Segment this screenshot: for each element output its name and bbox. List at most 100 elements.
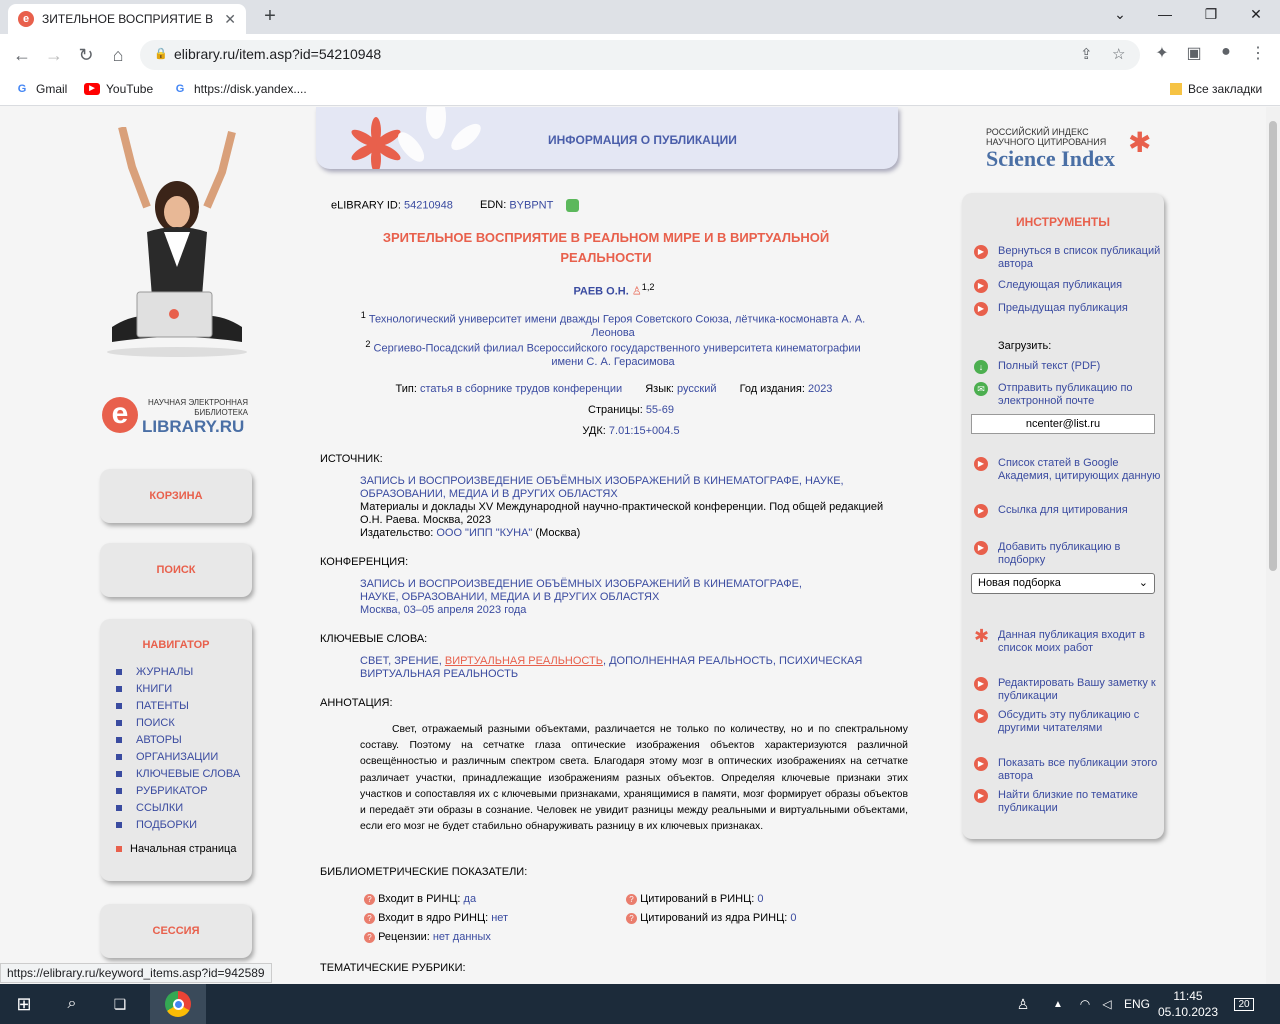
show-author-publications[interactable]: ▶ Показать все публикации этого автора	[974, 757, 1164, 783]
send-by-email[interactable]: ✉ Отправить публикацию по электронной поч…	[974, 382, 1164, 408]
close-tab-icon[interactable]: ✕	[224, 11, 236, 28]
search-icon[interactable]: ⌕	[48, 984, 96, 1024]
metric-value: нет	[491, 912, 509, 924]
profile-avatar-icon[interactable]: ●	[1214, 43, 1238, 61]
new-tab-icon[interactable]: +	[258, 4, 282, 28]
url-text: elibrary.ru/item.asp?id=54210948	[174, 46, 382, 62]
select-value: Новая подборка	[978, 577, 1061, 589]
find-similar[interactable]: ▶ Найти близкие по тематике публикации	[974, 789, 1164, 815]
windows-start-icon[interactable]: ⊞	[0, 984, 48, 1024]
help-icon[interactable]: ?	[364, 932, 375, 943]
reload-icon[interactable]: ↻	[74, 43, 98, 67]
people-icon[interactable]: ♙	[1010, 984, 1036, 1024]
search-button[interactable]: ПОИСК	[100, 543, 252, 597]
bookmark-gmail[interactable]: G Gmail	[14, 82, 68, 96]
arrow-icon: ▶	[974, 245, 988, 259]
network-icon[interactable]: ◠	[1074, 984, 1096, 1024]
forward-icon[interactable]: →	[42, 43, 66, 67]
notifications-icon[interactable]: 20	[1228, 984, 1260, 1024]
google-scholar-citing[interactable]: ▶ Список статей в Google Академия, цитиру…	[974, 457, 1164, 483]
add-to-collection[interactable]: ▶ Добавить публикацию в подборку	[974, 541, 1164, 567]
citation-link[interactable]: ▶ Ссылка для цитирования	[974, 504, 1128, 518]
scrollbar-thumb[interactable]	[1269, 121, 1277, 571]
navigator-item[interactable]: ПАТЕНТЫ	[116, 697, 240, 714]
all-bookmarks[interactable]: Все закладки	[1170, 82, 1262, 96]
lock-icon[interactable]: 🔒	[154, 47, 168, 61]
asterisk-icon: ✱	[1128, 127, 1152, 158]
help-icon[interactable]: ?	[626, 913, 637, 924]
extensions-icon[interactable]: ✦	[1150, 43, 1174, 63]
tab-search-icon[interactable]: ⌄	[1105, 6, 1135, 23]
keyword-link[interactable]: ЗРЕНИЕ	[394, 655, 439, 667]
publisher-link[interactable]: ООО "ИПП "КУНА"	[436, 527, 532, 539]
back-to-author-list[interactable]: ▶ Вернуться в список публикаций автора	[974, 245, 1164, 271]
tool-label: Редактировать Вашу заметку к публикации	[998, 677, 1156, 702]
help-icon[interactable]: ?	[364, 913, 375, 924]
restore-icon[interactable]: ❐	[1196, 6, 1226, 23]
navigator-item[interactable]: ПОДБОРКИ	[116, 816, 240, 833]
bookmark-disk[interactable]: Ghttps://disk.yandex....	[172, 82, 307, 96]
keyword-link[interactable]: ДОПОЛНЕННАЯ РЕАЛЬНОСТЬ	[609, 655, 773, 667]
navigator-item[interactable]: ЖУРНАЛЫ	[116, 663, 240, 680]
help-icon[interactable]: ?	[364, 894, 375, 905]
page-scrollbar[interactable]	[1266, 107, 1280, 990]
tray-chevron-icon[interactable]: ▲	[1046, 984, 1070, 1024]
menu-icon[interactable]: ⋮	[1246, 43, 1270, 63]
navigator-item[interactable]: КЛЮЧЕВЫЕ СЛОВА	[116, 765, 240, 782]
tool-label: Добавить публикацию в подборку	[998, 541, 1121, 566]
collection-select[interactable]: Новая подборка ⌄	[971, 573, 1155, 594]
home-icon[interactable]: ⌂	[106, 43, 130, 67]
affiliation-2[interactable]: 2 Сергиево-Посадский филиал Всероссийско…	[358, 338, 868, 369]
home-page-link[interactable]: Начальная страница	[116, 843, 240, 855]
navigator-item[interactable]: РУБРИКАТОР	[116, 782, 240, 799]
qr-code-icon[interactable]	[566, 199, 580, 212]
cart-label: КОРЗИНА	[149, 490, 203, 502]
bookmark-label: YouTube	[106, 82, 154, 96]
chrome-taskbar-icon[interactable]	[150, 984, 206, 1024]
side-panel-icon[interactable]: ▣	[1182, 43, 1206, 63]
help-icon[interactable]: ?	[626, 894, 637, 905]
language-indicator[interactable]: ENG	[1122, 984, 1152, 1024]
minimize-icon[interactable]: —	[1150, 6, 1180, 22]
conference-title: ЗАПИСЬ И ВОСПРОИЗВЕДЕНИЕ ОБЪЁМНЫХ ИЗОБРА…	[360, 578, 802, 603]
elibrary-logo[interactable]: e НАУЧНАЯ ЭЛЕКТРОННАЯ БИБЛИОТЕКА LIBRARY.…	[102, 392, 252, 442]
cart-button[interactable]: КОРЗИНА	[100, 469, 252, 523]
next-publication[interactable]: ▶ Следующая публикация	[974, 279, 1122, 293]
full-text-pdf[interactable]: ↓ Полный текст (PDF)	[974, 360, 1100, 374]
bullet-icon	[116, 685, 122, 692]
keyword-link[interactable]: ВИРТУАЛЬНАЯ РЕАЛЬНОСТЬ	[445, 655, 603, 667]
address-bar[interactable]: 🔒 elibrary.ru/item.asp?id=54210948 ⇪ ☆	[140, 40, 1140, 70]
email-field[interactable]	[971, 414, 1155, 434]
affiliation-1[interactable]: 1 Технологический университет имени дваж…	[358, 309, 868, 340]
date: 05.10.2023	[1157, 1005, 1219, 1019]
download-icon: ↓	[974, 360, 988, 374]
metric-value: 0	[757, 893, 764, 905]
navigator-item[interactable]: КНИГИ	[116, 680, 240, 697]
prev-publication[interactable]: ▶ Предыдущая публикация	[974, 302, 1128, 316]
science-index-logo[interactable]: РОССИЙСКИЙ ИНДЕКС НАУЧНОГО ЦИТИРОВАНИЯ Sc…	[986, 127, 1156, 177]
author-profile-icon[interactable]: ♙	[632, 286, 642, 298]
close-window-icon[interactable]: ✕	[1241, 6, 1271, 23]
keyword-link[interactable]: СВЕТ	[360, 655, 388, 667]
rubrics-heading: ТЕМАТИЧЕСКИЕ РУБРИКИ:	[320, 962, 466, 974]
task-view-icon[interactable]: ❏	[96, 984, 144, 1024]
bookmark-youtube[interactable]: ▶ YouTube	[84, 82, 153, 96]
keywords-heading: КЛЮЧЕВЫЕ СЛОВА:	[320, 633, 428, 645]
in-my-works[interactable]: ✱ Данная публикация входит в список моих …	[974, 627, 1164, 655]
navigator-item[interactable]: АВТОРЫ	[116, 731, 240, 748]
author-link[interactable]: РАЕВ О.Н.	[574, 286, 629, 298]
discuss-publication[interactable]: ▶ Обсудить эту публикацию с другими читат…	[974, 709, 1164, 735]
edit-note[interactable]: ▶ Редактировать Вашу заметку к публикации	[974, 677, 1164, 703]
bookmark-star-icon[interactable]: ☆	[1112, 45, 1125, 63]
share-icon[interactable]: ⇪	[1080, 45, 1093, 63]
browser-tab[interactable]: e ЗИТЕЛЬНОЕ ВОСПРИЯТИЕ В Р ✕	[8, 4, 246, 34]
conference-block[interactable]: ЗАПИСЬ И ВОСПРОИЗВЕДЕНИЕ ОБЪЁМНЫХ ИЗОБРА…	[360, 578, 830, 617]
navigator-item[interactable]: ОРГАНИЗАЦИИ	[116, 748, 240, 765]
clock[interactable]: 11:45 05.10.2023	[1156, 984, 1220, 1024]
navigator-item[interactable]: ПОИСК	[116, 714, 240, 731]
back-icon[interactable]: ←	[10, 43, 34, 67]
volume-icon[interactable]: ◁	[1096, 984, 1118, 1024]
source-title-link[interactable]: ЗАПИСЬ И ВОСПРОИЗВЕДЕНИЕ ОБЪЁМНЫХ ИЗОБРА…	[360, 475, 908, 501]
session-button[interactable]: СЕССИЯ	[100, 904, 252, 958]
navigator-item[interactable]: ССЫЛКИ	[116, 799, 240, 816]
